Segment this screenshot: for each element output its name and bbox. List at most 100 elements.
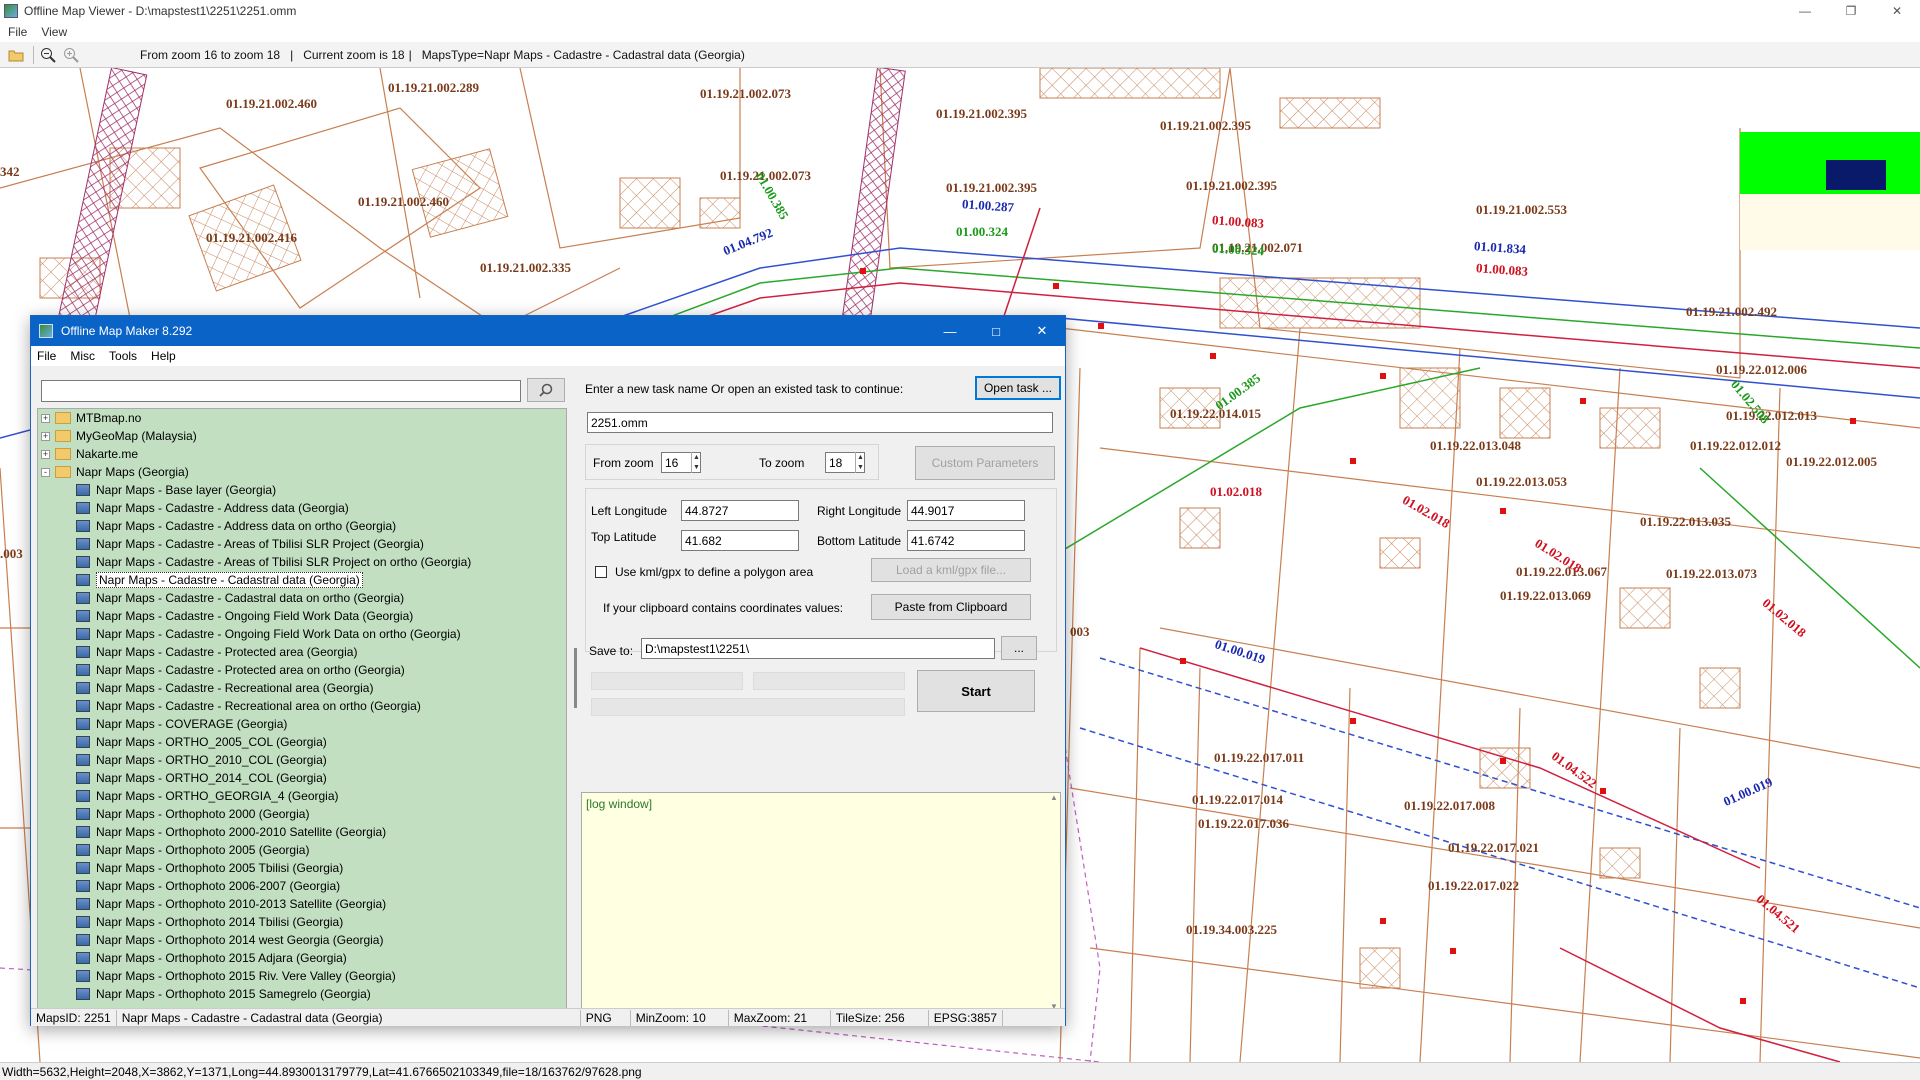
tree-folder[interactable]: + MTBmap.no xyxy=(38,409,566,427)
tree-map-item[interactable]: Napr Maps - Cadastre - Address data (Geo… xyxy=(38,499,566,517)
start-button[interactable]: Start xyxy=(917,670,1035,712)
expand-icon[interactable]: + xyxy=(41,431,50,441)
tree-map-item[interactable]: Napr Maps - Orthophoto 2010-2013 Satelli… xyxy=(38,895,566,913)
viewer-titlebar: Offline Map Viewer - D:\mapstest1\2251\2… xyxy=(0,0,1920,22)
from-zoom-spinner[interactable]: ▲ ▼ xyxy=(691,452,701,473)
tree-map-item[interactable]: Napr Maps - Orthophoto 2006-2007 (Georgi… xyxy=(38,877,566,895)
parcel-label: 342 xyxy=(0,164,20,179)
tree-item-label: Napr Maps - ORTHO_GEORGIA_4 (Georgia) xyxy=(96,789,339,803)
open-folder-icon[interactable] xyxy=(6,45,26,65)
parcel-label: 01.19.21.002.395 xyxy=(1160,118,1251,133)
tree-map-item[interactable]: Napr Maps - Cadastre - Recreational area… xyxy=(38,697,566,715)
kml-checkbox[interactable] xyxy=(595,566,607,578)
tree-map-item[interactable]: Napr Maps - Cadastre - Recreational area… xyxy=(38,679,566,697)
menu-misc[interactable]: Misc xyxy=(70,349,95,363)
parcel-label: 01.19.21.002.416 xyxy=(206,230,297,245)
top-latitude-field[interactable]: 41.682 xyxy=(681,530,799,551)
map-layer-icon xyxy=(76,898,90,910)
tree-map-item[interactable]: Napr Maps - Cadastre - Address data on o… xyxy=(38,517,566,535)
tree-map-item[interactable]: Napr Maps - Cadastre - Protected area on… xyxy=(38,661,566,679)
tree-map-item[interactable]: Napr Maps - Base layer (Georgia) xyxy=(38,481,566,499)
map-app-icon xyxy=(4,4,18,18)
dialog-titlebar[interactable]: Offline Map Maker 8.292 — □ ✕ xyxy=(31,316,1065,346)
maximize-icon[interactable]: □ xyxy=(973,316,1019,346)
parcel-label: 01.19.21.002.395 xyxy=(946,180,1037,195)
tree-map-item[interactable]: Napr Maps - Orthophoto 2014 Tbilisi (Geo… xyxy=(38,913,566,931)
restore-icon[interactable]: ❐ xyxy=(1828,0,1874,22)
close-icon[interactable]: ✕ xyxy=(1874,0,1920,22)
map-layer-icon xyxy=(76,754,90,766)
load-kml-button[interactable]: Load a kml/gpx file... xyxy=(871,558,1031,582)
tree-map-item[interactable]: Napr Maps - ORTHO_2014_COL (Georgia) xyxy=(38,769,566,787)
kml-checkbox-label[interactable]: Use kml/gpx to define a polygon area xyxy=(615,565,813,579)
expand-icon[interactable]: + xyxy=(41,413,50,423)
menu-file[interactable]: File xyxy=(8,25,27,39)
expand-icon[interactable]: + xyxy=(41,449,50,459)
from-zoom-label: From zoom xyxy=(593,456,654,470)
tree-map-item[interactable]: Napr Maps - Orthophoto 2014 west Georgia… xyxy=(38,931,566,949)
progress-bar-1 xyxy=(591,672,743,690)
tree-map-item[interactable]: Napr Maps - Orthophoto 2015 Riv. Vere Va… xyxy=(38,967,566,985)
tree-map-item[interactable]: Napr Maps - ORTHO_2005_COL (Georgia) xyxy=(38,733,566,751)
browse-button[interactable]: ... xyxy=(1001,636,1037,660)
tree-folder[interactable]: - Napr Maps (Georgia) xyxy=(38,463,566,481)
top-latitude-label: Top Latitude xyxy=(591,530,657,544)
map-source-tree[interactable]: + MTBmap.no + MyGeoMap (Malaysia) + Nakarte.m… xyxy=(37,408,567,1012)
minimize-icon[interactable]: — xyxy=(927,316,973,346)
tree-folder[interactable]: + Nakarte.me xyxy=(38,445,566,463)
tree-item-label: Napr Maps - Orthophoto 2015 Samegrelo (G… xyxy=(96,987,371,1001)
map-layer-icon xyxy=(76,574,90,586)
map-layer-icon xyxy=(76,970,90,982)
tree-item-label: Napr Maps - ORTHO_2005_COL (Georgia) xyxy=(96,735,327,749)
parcel-label: 01.19.21.002.460 xyxy=(358,194,449,209)
log-window[interactable]: [log window] ▲ ▼ xyxy=(581,792,1061,1012)
menu-help[interactable]: Help xyxy=(151,349,176,363)
tree-map-item[interactable]: Napr Maps - COVERAGE (Georgia) xyxy=(38,715,566,733)
status-format: PNG xyxy=(581,1009,631,1026)
tree-map-item[interactable]: Napr Maps - Cadastre - Protected area (G… xyxy=(38,643,566,661)
tree-map-item[interactable]: Napr Maps - Orthophoto 2015 Samegrelo (G… xyxy=(38,985,566,1003)
map-layer-icon xyxy=(76,610,90,622)
menu-view[interactable]: View xyxy=(41,25,67,39)
parcel-label: 01.19.22.017.036 xyxy=(1198,816,1289,831)
paste-clipboard-button[interactable]: Paste from Clipboard xyxy=(871,594,1031,620)
tree-map-item[interactable]: Napr Maps - Orthophoto 2000 (Georgia) xyxy=(38,805,566,823)
menu-tools[interactable]: Tools xyxy=(109,349,137,363)
tree-scrollbar[interactable] xyxy=(571,408,581,1012)
custom-parameters-button[interactable]: Custom Parameters xyxy=(915,446,1055,480)
tree-map-item[interactable]: Napr Maps - Cadastre - Areas of Tbilisi … xyxy=(38,553,566,571)
open-task-button[interactable]: Open task ... xyxy=(975,376,1061,400)
close-icon[interactable]: ✕ xyxy=(1019,316,1065,346)
tree-map-item[interactable]: Napr Maps - Orthophoto 2005 (Georgia) xyxy=(38,841,566,859)
map-layer-icon xyxy=(76,808,90,820)
tree-map-item[interactable]: Napr Maps - Cadastre - Areas of Tbilisi … xyxy=(38,535,566,553)
tree-map-item[interactable]: Napr Maps - ORTHO_GEORGIA_4 (Georgia) xyxy=(38,787,566,805)
tree-map-item[interactable]: Napr Maps - Cadastre - Cadastral data on… xyxy=(38,589,566,607)
right-longitude-field[interactable]: 44.9017 xyxy=(907,500,1025,521)
tree-map-item[interactable]: Napr Maps - Cadastre - Ongoing Field Wor… xyxy=(38,625,566,643)
tree-map-item[interactable]: Napr Maps - Orthophoto 2000-2010 Satelli… xyxy=(38,823,566,841)
save-to-field[interactable]: D:\mapstest1\2251\ xyxy=(641,638,995,659)
search-input[interactable] xyxy=(41,380,521,402)
log-scrollbar[interactable]: ▲ ▼ xyxy=(1048,793,1060,1011)
search-button[interactable] xyxy=(527,378,565,402)
tree-map-item[interactable]: Napr Maps - Orthophoto 2005 Tbilisi (Geo… xyxy=(38,859,566,877)
status-tile-size: TileSize: 256 xyxy=(831,1009,929,1026)
tree-folder[interactable]: + MyGeoMap (Malaysia) xyxy=(38,427,566,445)
tree-map-item[interactable]: Napr Maps - Orthophoto 2015 Adjara (Geor… xyxy=(38,949,566,967)
task-name-field[interactable]: 2251.omm xyxy=(587,412,1053,433)
minimize-icon[interactable]: — xyxy=(1782,0,1828,22)
left-longitude-field[interactable]: 44.8727 xyxy=(681,500,799,521)
zoom-out-icon[interactable] xyxy=(38,45,58,65)
map-layer-icon xyxy=(76,682,90,694)
map-layer-icon xyxy=(76,646,90,658)
tree-map-item[interactable]: Napr Maps - Cadastre - Cadastral data (G… xyxy=(38,571,566,589)
parcel-label: 01.19.21.002.553 xyxy=(1476,202,1567,217)
tree-map-item[interactable]: Napr Maps - ORTHO_2010_COL (Georgia) xyxy=(38,751,566,769)
collapse-icon[interactable]: - xyxy=(41,467,50,477)
to-zoom-spinner[interactable]: ▲ ▼ xyxy=(855,452,865,473)
zoom-in-icon[interactable] xyxy=(61,45,81,65)
menu-file[interactable]: File xyxy=(37,349,56,363)
tree-map-item[interactable]: Napr Maps - Cadastre - Ongoing Field Wor… xyxy=(38,607,566,625)
bottom-latitude-field[interactable]: 41.6742 xyxy=(907,530,1025,551)
